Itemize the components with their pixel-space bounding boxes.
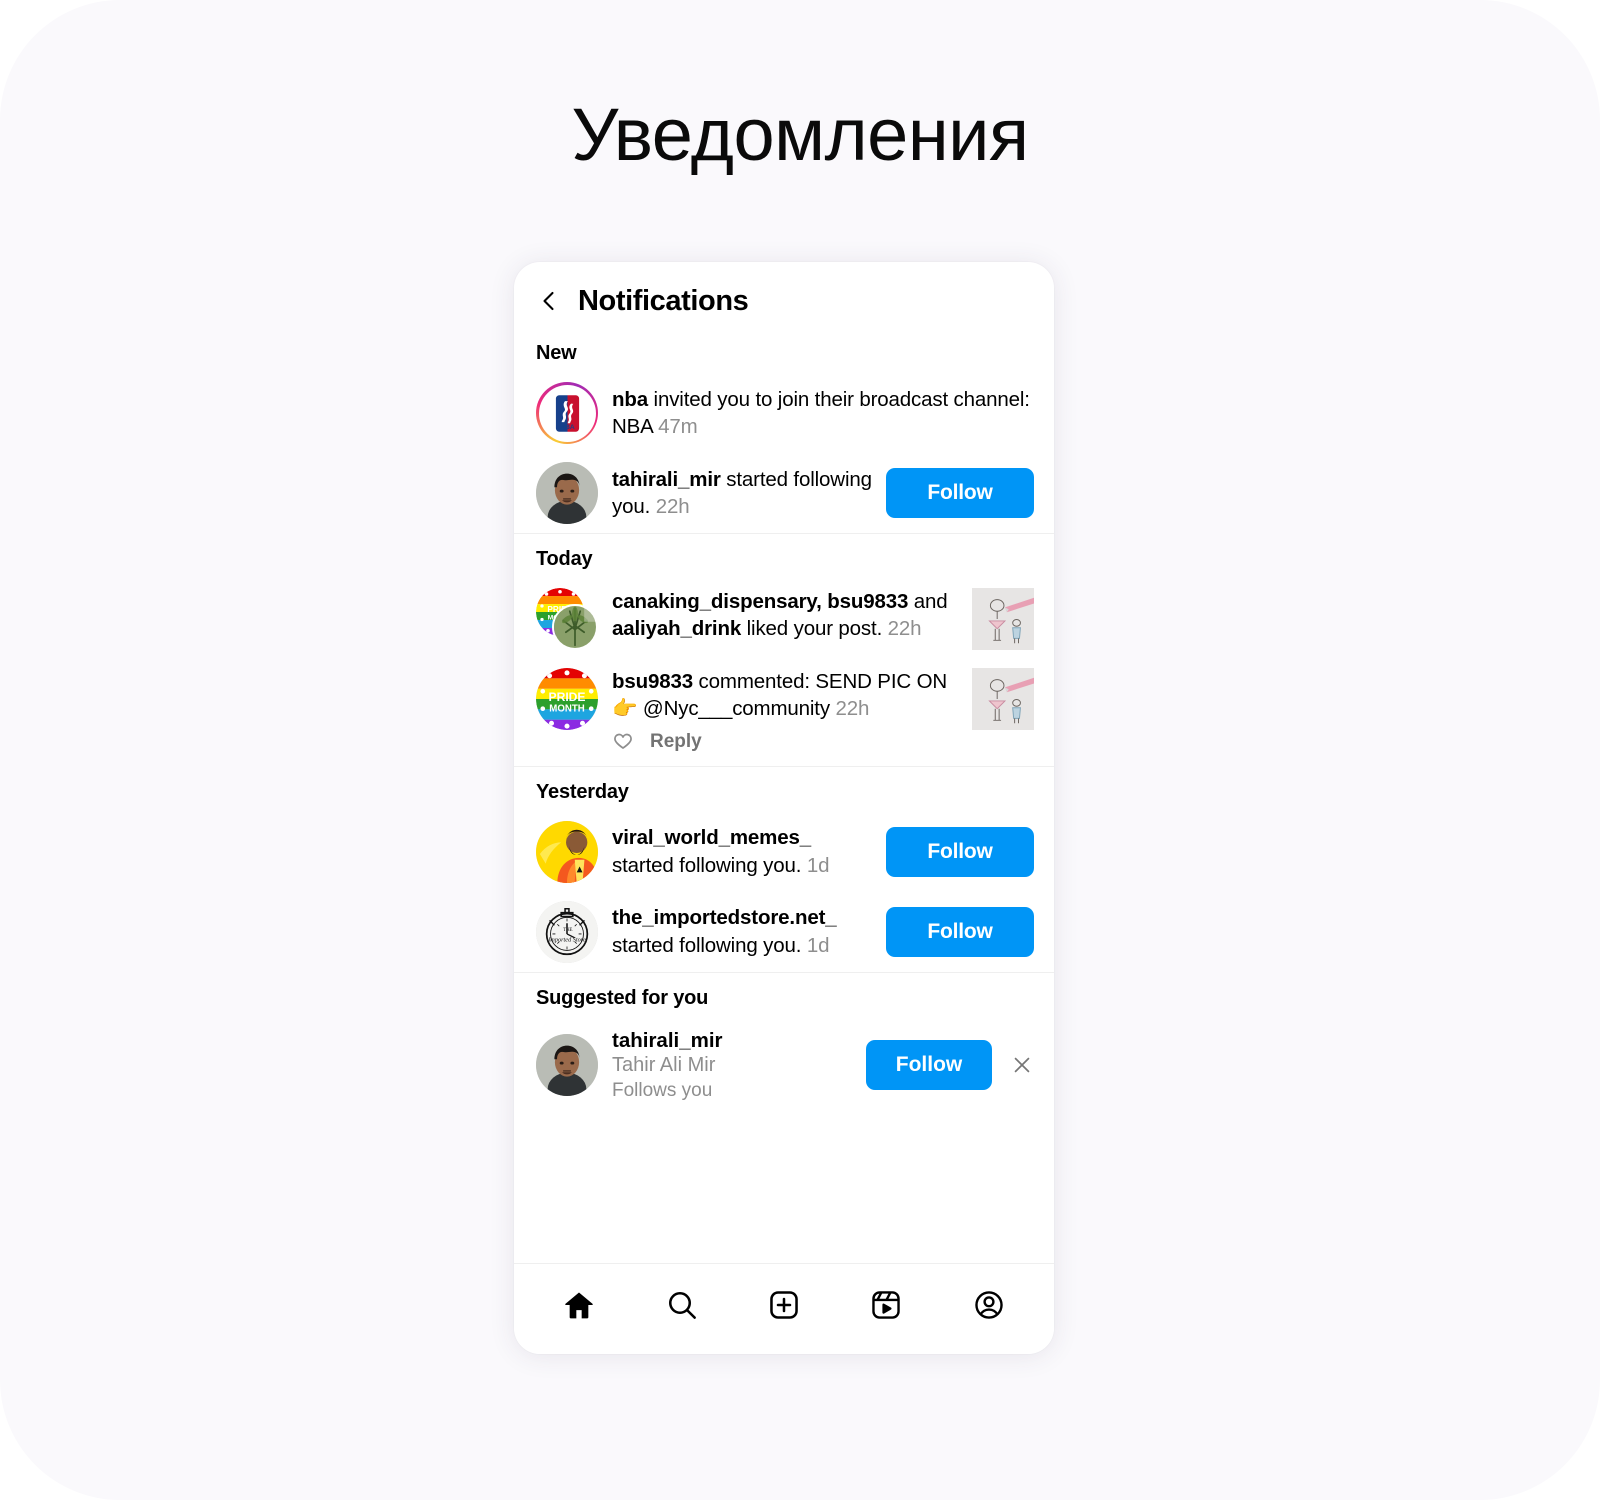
svg-text:MONTH: MONTH — [549, 704, 584, 715]
suggestion-username[interactable]: tahirali_mir — [612, 1028, 852, 1054]
chevron-left-icon[interactable] — [536, 284, 562, 318]
section-today: Today PRIDE canaking_dispensary, bsu9833… — [514, 534, 1054, 766]
notification-text: canaking_dispensary, bsu9833 and aaliyah… — [612, 588, 958, 643]
notification-body: started following you. — [612, 933, 807, 957]
notification-row[interactable]: THE Imported Store the_importedstore.net… — [514, 892, 1054, 972]
actor-username[interactable]: tahirali_mir — [612, 468, 721, 491]
reply-button[interactable]: Reply — [650, 731, 702, 753]
svg-text:Imported Store: Imported Store — [547, 936, 586, 943]
svg-text:THE: THE — [563, 928, 572, 933]
notification-row[interactable]: viral_world_memes_ started following you… — [514, 812, 1054, 892]
actor-username[interactable]: viral_world_memes_ — [612, 826, 811, 849]
viral-memes-avatar[interactable] — [536, 820, 598, 883]
timestamp: 1d — [806, 933, 830, 957]
notification-text: tahirali_mir started following you. 22h — [612, 466, 872, 521]
page-root: Уведомления Notifications New NBA nba in… — [0, 0, 1600, 1500]
close-icon[interactable] — [1006, 1049, 1038, 1081]
section-yesterday: Yesterday viral_world_memes_ started fol… — [514, 767, 1054, 972]
imported-store-avatar[interactable]: THE Imported Store — [536, 900, 598, 963]
search-icon[interactable] — [659, 1282, 705, 1328]
suggestion-fullname: Tahir Ali Mir — [612, 1054, 716, 1077]
notification-row[interactable]: NBA nba invited you to join their broadc… — [514, 373, 1054, 453]
svg-text:PRIDE: PRIDE — [549, 690, 586, 704]
suggestion-meta: Follows you — [612, 1079, 713, 1101]
actor-username[interactable]: bsu9833 — [612, 670, 693, 693]
nba-logo-avatar[interactable]: NBA — [536, 382, 598, 444]
follow-button[interactable]: Follow — [866, 1039, 992, 1090]
timestamp: 22h — [835, 697, 870, 721]
plant-photo-avatar — [552, 604, 598, 650]
heart-outline-icon[interactable] — [612, 731, 634, 753]
follow-button[interactable]: Follow — [886, 826, 1034, 877]
suggestion-row[interactable]: tahirali_mir Tahir Ali Mir Follows you F… — [514, 1018, 1054, 1113]
notification-text: nba invited you to join their broadcast … — [612, 386, 1034, 441]
timestamp: 22h — [887, 617, 922, 641]
bottom-navigation-bar — [514, 1263, 1054, 1354]
home-icon[interactable] — [556, 1282, 602, 1328]
notification-body: started following you. — [612, 853, 807, 877]
create-plus-icon[interactable] — [761, 1282, 807, 1328]
notifications-feed[interactable]: New NBA nba invited you to join their br… — [514, 328, 1054, 1263]
suggestion-info: tahirali_mir Tahir Ali Mir Follows you — [612, 1028, 852, 1103]
section-suggested: Suggested for you tahirali_mir Tahir Ali… — [514, 973, 1054, 1113]
svg-text:NBA: NBA — [560, 424, 575, 431]
notification-text: the_importedstore.net_ started following… — [612, 904, 872, 959]
post-thumbnail[interactable] — [972, 668, 1034, 730]
notification-text: viral_world_memes_ started following you… — [612, 824, 872, 879]
section-new: New NBA nba invited you to join their br… — [514, 328, 1054, 533]
reels-icon[interactable] — [863, 1282, 909, 1328]
actor-usernames[interactable]: canaking_dispensary, bsu9833 — [612, 590, 908, 613]
profile-icon[interactable] — [966, 1282, 1012, 1328]
timestamp: 47m — [658, 415, 698, 438]
text-conjunction: and — [908, 590, 948, 613]
notification-row[interactable]: PRIDE MONTH — [514, 579, 1054, 659]
notification-text: bsu9833 commented: SEND PIC ON 👉 @Nyc___… — [612, 668, 958, 723]
timestamp: 1d — [806, 853, 830, 877]
app-header: Notifications — [514, 262, 1054, 328]
timestamp: 22h — [655, 495, 690, 518]
section-title-yesterday: Yesterday — [536, 780, 629, 803]
tahirali-photo-avatar[interactable] — [536, 462, 598, 524]
app-header-title: Notifications — [578, 284, 749, 317]
notification-row[interactable]: tahirali_mir started following you. 22h … — [514, 453, 1054, 533]
comment-actions: Reply — [612, 729, 958, 757]
follow-button[interactable]: Follow — [886, 906, 1034, 957]
notification-row[interactable]: PRIDE MONTH bsu9833 commented: SEND PIC … — [514, 659, 1054, 766]
section-title-today: Today — [536, 548, 593, 570]
phone-mockup-card: Notifications New NBA nba invited you to… — [514, 262, 1054, 1354]
tahirali-photo-avatar[interactable] — [536, 1033, 598, 1096]
pride-month-avatar[interactable]: PRIDE MONTH — [536, 668, 598, 730]
page-title: Уведомления — [571, 93, 1029, 176]
post-thumbnail[interactable] — [972, 588, 1034, 650]
section-title-new: New — [536, 342, 577, 364]
actor-username[interactable]: nba — [612, 388, 648, 411]
follow-button[interactable]: Follow — [886, 468, 1034, 518]
notification-body: liked your post. — [741, 617, 888, 641]
section-title-suggested: Suggested for you — [536, 986, 709, 1009]
actor-username[interactable]: the_importedstore.net_ — [612, 906, 837, 929]
actor-username-secondary[interactable]: aaliyah_drink — [612, 617, 741, 640]
story-ring: NBA — [536, 382, 598, 444]
pride-plant-stacked-avatar[interactable]: PRIDE MONTH — [536, 588, 598, 650]
